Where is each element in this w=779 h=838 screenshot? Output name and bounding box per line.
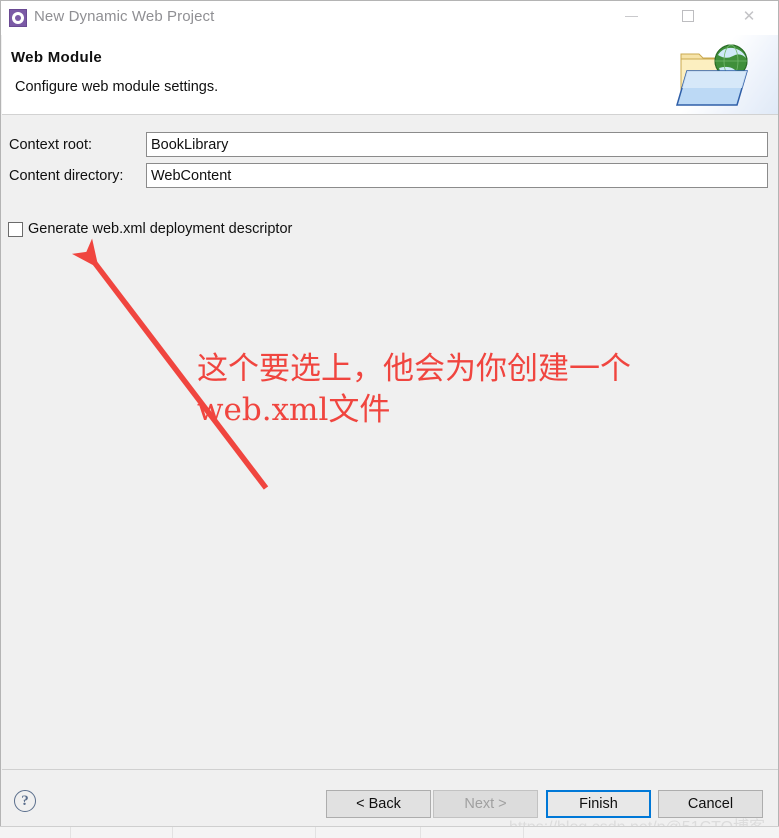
generate-web-xml-checkbox[interactable] [8, 221, 23, 237]
content-directory-label: Content directory: [9, 168, 124, 184]
title-bar: New Dynamic Web Project ✕ [1, 1, 778, 35]
wizard-banner: Web Module Configure web module settings… [2, 35, 778, 115]
generate-web-xml-label: Generate web.xml deployment descriptor [28, 221, 293, 237]
new-dynamic-web-project-dialog: New Dynamic Web Project ✕ Web Module Con… [0, 0, 779, 837]
eclipse-gear-icon [9, 9, 27, 27]
context-root-label: Context root: [9, 137, 93, 153]
page-subtitle: Configure web module settings. [15, 79, 219, 95]
web-folder-globe-icon [669, 35, 778, 114]
minimize-icon[interactable] [609, 1, 655, 31]
back-button[interactable]: < Back [326, 790, 431, 818]
bottom-taskbar-strip [0, 826, 779, 838]
close-glyph: ✕ [742, 7, 756, 25]
generate-web-xml-row[interactable]: Generate web.xml deployment descriptor [8, 219, 292, 239]
maximize-icon[interactable] [666, 1, 712, 31]
window-title: New Dynamic Web Project [34, 8, 215, 25]
annotation-text: 这个要选上，他会为你创建一个 web.xml文件 [197, 351, 631, 428]
footer-separator [2, 769, 778, 770]
context-root-input[interactable] [146, 132, 768, 157]
close-icon[interactable]: ✕ [726, 1, 772, 31]
page-title: Web Module [11, 49, 103, 66]
content-directory-input[interactable] [146, 163, 768, 188]
help-icon[interactable]: ? [14, 790, 36, 812]
